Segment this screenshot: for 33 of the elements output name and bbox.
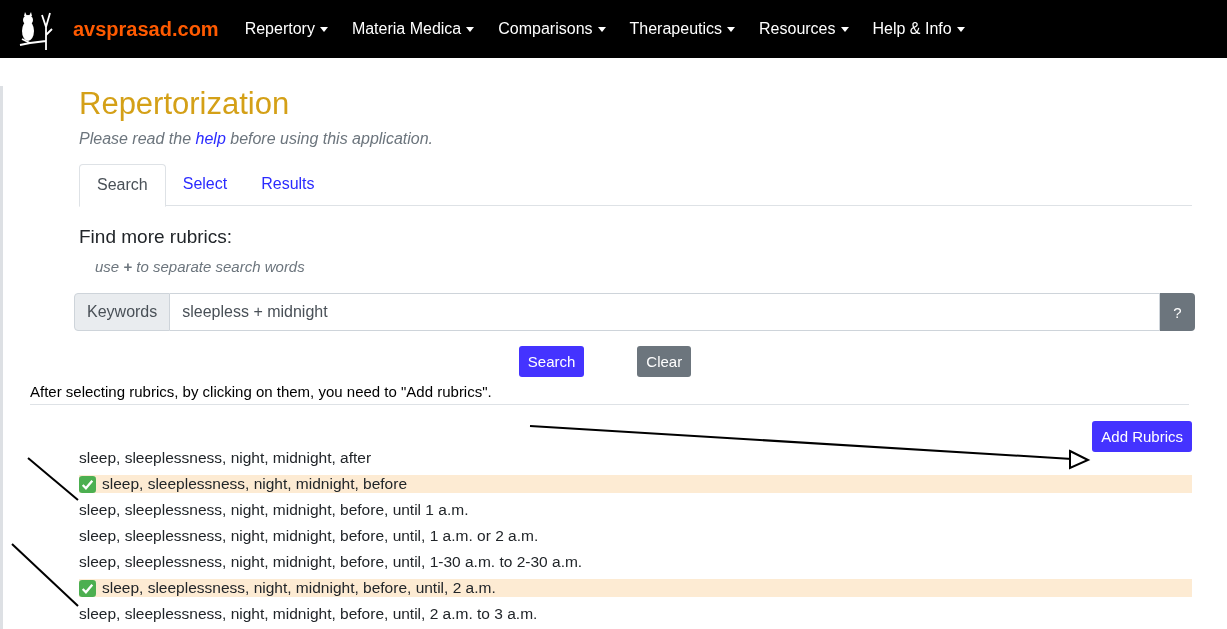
nav-menu-dropdown[interactable]: Comparisons	[498, 20, 606, 38]
instruction-text: After selecting rubrics, by clicking on them, you need to "Add rubrics".	[30, 383, 492, 400]
add-rubrics-button[interactable]: Add Rubrics	[1092, 421, 1192, 452]
section-heading: Find more rubrics:	[79, 226, 234, 248]
keywords-input[interactable]: sleepless + midnight	[170, 293, 1160, 331]
help-link[interactable]: help	[195, 130, 226, 147]
tab[interactable]: Search	[79, 164, 166, 207]
rubric-item[interactable]: sleep, sleeplessness, night, midnight, before, until 1 a.m.	[79, 501, 1192, 519]
annotation-line	[11, 543, 79, 607]
page-title: Repertorization	[79, 86, 291, 122]
rubric-item[interactable]: sleep, sleeplessness, night, midnight, before, until, 1-30 a.m. to 2-30 a.m.	[79, 553, 1192, 571]
clear-button[interactable]: Clear	[637, 346, 692, 377]
annotation-line	[27, 457, 79, 501]
nav-menu-dropdown[interactable]: Therapeutics	[629, 20, 736, 38]
help-button[interactable]: ?	[1160, 293, 1195, 331]
tab[interactable]: Results	[244, 164, 332, 205]
site-brand-link[interactable]: avsprasad.com	[73, 17, 219, 41]
check-mark-icon	[79, 475, 96, 493]
rubric-item[interactable]: sleep, sleeplessness, night, midnight, after	[79, 449, 1192, 467]
intro-text: Please read the help before using this application.	[79, 130, 435, 148]
rubric-item[interactable]: sleep, sleeplessness, night, midnight, before, until, 2 a.m.	[79, 579, 1192, 597]
rubric-item[interactable]: sleep, sleeplessness, night, midnight, before	[79, 475, 1192, 493]
nav-menu-dropdown[interactable]: Materia Medica	[351, 20, 475, 38]
nav-menu-dropdown[interactable]: Help & Info	[872, 20, 965, 38]
tab[interactable]: Select	[165, 164, 245, 205]
keywords-label: Keywords	[74, 293, 171, 331]
rubric-item[interactable]: sleep, sleeplessness, night, midnight, before, until, 2 a.m. to 3 a.m.	[79, 605, 1192, 623]
rubric-item[interactable]: sleep, sleeplessness, night, midnight, before, until, 1 a.m. or 2 a.m.	[79, 527, 1192, 545]
hint-text: use + to separate search words	[95, 258, 306, 275]
nav-menu-dropdown[interactable]: Repertory	[244, 20, 328, 38]
check-mark-icon	[79, 579, 96, 597]
search-button[interactable]: Search	[518, 346, 585, 377]
nav-menu-dropdown[interactable]: Resources	[759, 20, 849, 38]
